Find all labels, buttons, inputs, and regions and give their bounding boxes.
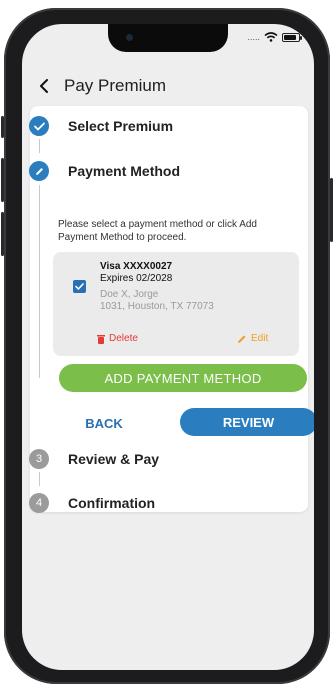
side-button-power (330, 178, 333, 242)
step-review-pay[interactable]: 3 Review & Pay (29, 449, 290, 469)
step-complete-check-icon (29, 116, 49, 136)
delete-label: Delete (109, 333, 138, 344)
signal-dots: ..... (247, 32, 260, 42)
step-number-badge: 4 (29, 493, 49, 513)
delete-button[interactable]: Delete (97, 333, 138, 344)
edit-label: Edit (251, 333, 269, 344)
step-number-badge: 3 (29, 449, 49, 469)
step-select-premium[interactable]: Select Premium (29, 116, 290, 136)
trash-icon (97, 334, 105, 344)
payment-method-card[interactable]: Visa XXXX0027 Expires 02/2028 Doe X, Jor… (53, 252, 299, 356)
side-button-volume-up (1, 158, 4, 202)
payment-select-checkbox[interactable] (73, 280, 86, 293)
page-title: Pay Premium (64, 76, 167, 95)
step-confirmation[interactable]: 4 Confirmation (29, 493, 290, 513)
step-label: Payment Method (68, 163, 181, 179)
wifi-icon (264, 32, 278, 42)
review-button[interactable]: REVIEW (180, 408, 314, 436)
card-name: Visa XXXX0027 (100, 261, 173, 272)
app-header: Pay Premium (22, 68, 314, 104)
edit-button[interactable]: Edit (237, 333, 268, 344)
step-label: Review & Pay (68, 451, 160, 467)
notch (108, 24, 228, 52)
card-address: 1031, Houston, TX 77073 (100, 301, 214, 312)
payment-instructions: Please select a payment method or click … (58, 219, 257, 243)
step-connector (39, 185, 40, 378)
card-expiry: Expires 02/2028 (100, 273, 173, 284)
battery-icon (282, 32, 302, 42)
card-holder: Doe X, Jorge (100, 289, 159, 300)
step-edit-pencil-icon (29, 161, 49, 181)
add-payment-method-button[interactable]: ADD PAYMENT METHOD (59, 364, 307, 392)
back-chevron-icon[interactable] (30, 72, 58, 100)
front-camera (126, 34, 133, 41)
step-connector (39, 139, 40, 153)
step-label: Confirmation (68, 495, 156, 511)
phone-frame: ..... Pay Premium Select Premium Payment… (1, 8, 333, 684)
step-payment-method[interactable]: Payment Method (29, 161, 290, 181)
side-button-action (1, 116, 4, 138)
side-button-volume-down (1, 212, 4, 256)
status-bar: ..... (247, 32, 302, 42)
back-button[interactable]: BACK (68, 410, 140, 436)
step-label: Select Premium (68, 118, 174, 134)
pencil-icon (238, 335, 246, 343)
stepper-card: Select Premium Payment Method Please sel… (29, 106, 314, 513)
step-connector (39, 472, 40, 486)
screen: ..... Pay Premium Select Premium Payment… (22, 24, 314, 670)
